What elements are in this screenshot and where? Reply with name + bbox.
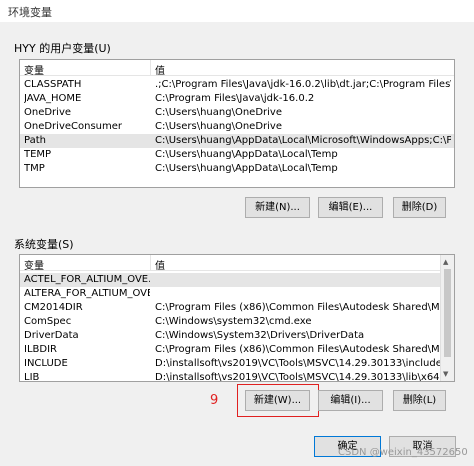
variable-value: C:\Users\huang\OneDrive <box>155 121 282 132</box>
variable-value: C:\Windows\System32\Drivers\DriverData <box>155 330 365 341</box>
variable-value: C:\Program Files (x86)\Common Files\Auto… <box>155 302 451 313</box>
system-delete-button[interactable]: 删除(L) <box>393 390 446 411</box>
table-row[interactable]: OneDrive C:\Users\huang\OneDrive <box>20 106 454 120</box>
table-row[interactable]: LIB D:\installsoft\vs2019\VC\Tools\MSVC\1… <box>20 371 454 382</box>
user-edit-button[interactable]: 编辑(E)... <box>318 197 383 218</box>
column-variable-header[interactable]: 变量 <box>24 62 44 77</box>
column-value-header[interactable]: 值 <box>155 62 165 77</box>
variable-name: ComSpec <box>24 316 72 327</box>
variable-name: ALTERA_FOR_ALTIUM_OVE... <box>24 288 150 299</box>
system-variables-list[interactable]: 变量 值 ACTEL_FOR_ALTIUM_OVE... ALTERA_FOR_… <box>19 254 455 382</box>
variable-name: CM2014DIR <box>24 302 83 313</box>
table-row[interactable]: CLASSPATH .;C:\Program Files\Java\jdk-16.… <box>20 78 454 92</box>
variable-name: JAVA_HOME <box>24 93 82 104</box>
variable-name: ILBDIR <box>24 344 57 355</box>
variable-value: C:\Program Files (x86)\Common Files\Auto… <box>155 344 451 355</box>
user-variables-label: HYY 的用户变量(U) <box>14 42 111 55</box>
table-row-selected[interactable]: ACTEL_FOR_ALTIUM_OVE... <box>20 273 454 287</box>
table-row[interactable]: OneDriveConsumer C:\Users\huang\OneDrive <box>20 120 454 134</box>
variable-value: C:\Users\huang\OneDrive <box>155 107 282 118</box>
variable-name: TEMP <box>24 149 52 160</box>
table-row[interactable]: INCLUDE D:\installsoft\vs2019\VC\Tools\MS… <box>20 357 454 371</box>
system-variables-label: 系统变量(S) <box>14 238 74 251</box>
annotation-step-number: 9 <box>210 393 219 408</box>
variable-value: C:\Program Files\Java\jdk-16.0.2 <box>155 93 315 104</box>
table-row[interactable]: CM2014DIR C:\Program Files (x86)\Common F… <box>20 301 454 315</box>
table-row[interactable]: ALTERA_FOR_ALTIUM_OVE... <box>20 287 454 301</box>
variable-value: C:\Users\huang\AppData\Local\Temp <box>155 163 338 174</box>
variable-value: C:\Windows\system32\cmd.exe <box>155 316 312 327</box>
title-bar: 环境变量 <box>0 0 474 22</box>
variable-value: C:\Users\huang\AppData\Local\Temp <box>155 149 338 160</box>
variable-name: TMP <box>24 163 45 174</box>
variable-value: D:\installsoft\vs2019\VC\Tools\MSVC\14.2… <box>155 372 451 382</box>
scroll-down-arrow-icon[interactable]: ▼ <box>443 370 448 378</box>
table-row[interactable]: ILBDIR C:\Program Files (x86)\Common File… <box>20 343 454 357</box>
user-delete-button[interactable]: 删除(D) <box>393 197 446 218</box>
column-variable-header[interactable]: 变量 <box>24 257 44 272</box>
column-value-header[interactable]: 值 <box>155 257 165 272</box>
variable-name: INCLUDE <box>24 358 68 369</box>
variable-name: DriverData <box>24 330 79 341</box>
variable-value: C:\Users\huang\AppData\Local\Microsoft\W… <box>155 135 451 146</box>
list-header: 变量 值 <box>20 60 454 77</box>
variable-value: D:\installsoft\vs2019\VC\Tools\MSVC\14.2… <box>155 358 451 369</box>
table-row-selected[interactable]: Path C:\Users\huang\AppData\Local\Microso… <box>20 134 454 148</box>
variable-name: CLASSPATH <box>24 79 82 90</box>
user-variables-list[interactable]: 变量 值 CLASSPATH .;C:\Program Files\Java\jd… <box>19 59 455 188</box>
column-divider[interactable] <box>150 255 151 271</box>
system-new-button[interactable]: 新建(W)... <box>245 390 310 411</box>
system-edit-button[interactable]: 编辑(I)... <box>318 390 383 411</box>
variable-name: Path <box>24 135 46 146</box>
table-row[interactable]: TEMP C:\Users\huang\AppData\Local\Temp <box>20 148 454 162</box>
table-row[interactable]: DriverData C:\Windows\System32\Drivers\Dr… <box>20 329 454 343</box>
scroll-up-arrow-icon[interactable]: ▲ <box>443 258 448 266</box>
column-divider[interactable] <box>150 60 151 76</box>
variable-value: .;C:\Program Files\Java\jdk-16.0.2\lib\d… <box>155 79 451 90</box>
variable-name: OneDriveConsumer <box>24 121 123 132</box>
variable-name: LIB <box>24 372 40 382</box>
table-row[interactable]: TMP C:\Users\huang\AppData\Local\Temp <box>20 162 454 176</box>
scrollbar-thumb[interactable] <box>444 269 451 357</box>
watermark: CSDN @weixin_43572650 <box>338 447 468 458</box>
variable-name: OneDrive <box>24 107 72 118</box>
table-row[interactable]: ComSpec C:\Windows\system32\cmd.exe <box>20 315 454 329</box>
table-row[interactable]: JAVA_HOME C:\Program Files\Java\jdk-16.0.… <box>20 92 454 106</box>
list-header: 变量 值 <box>20 255 454 272</box>
variable-name: ACTEL_FOR_ALTIUM_OVE... <box>24 274 150 285</box>
vertical-scrollbar[interactable]: ▲ ▼ <box>440 255 454 381</box>
user-new-button[interactable]: 新建(N)... <box>245 197 310 218</box>
window-title: 环境变量 <box>8 6 52 19</box>
